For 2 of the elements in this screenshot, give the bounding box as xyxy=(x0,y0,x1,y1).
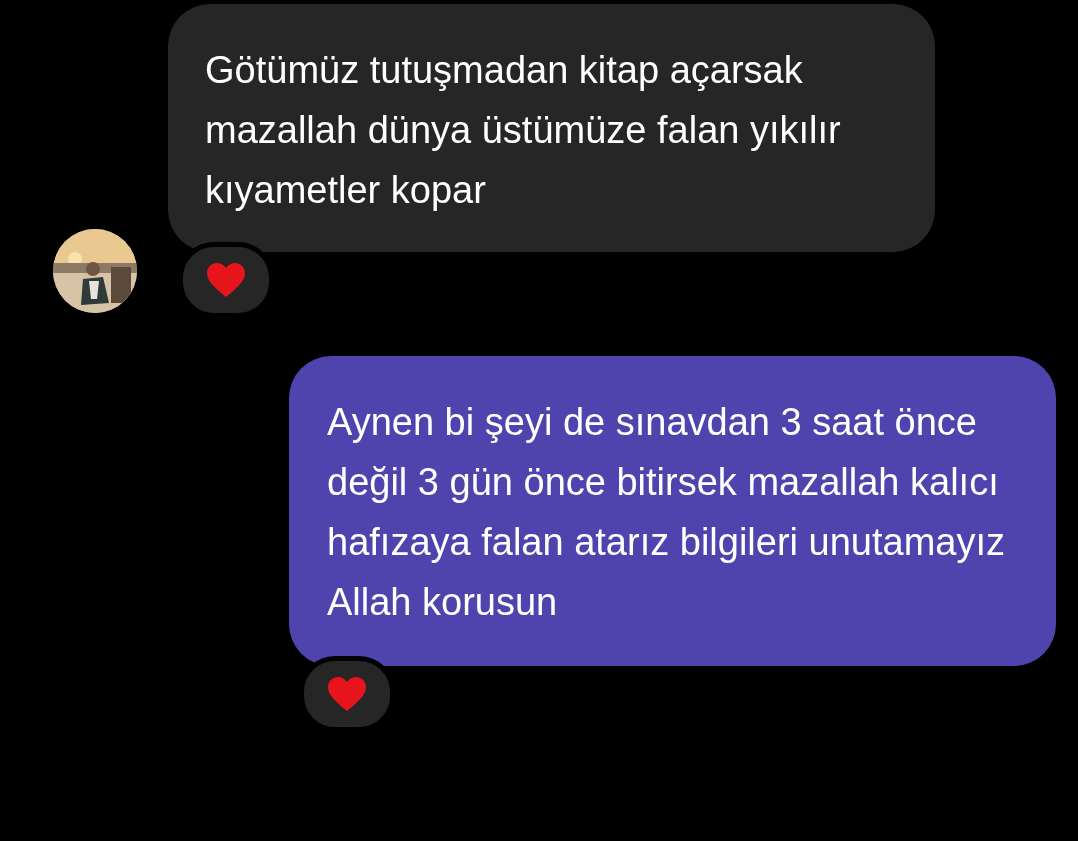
sent-message: Aynen bi şeyi de sınavdan 3 saat önce değil 3 gün önce bitirsek mazallah kalıcı hafızaya falan atarız bilgileri unutamayız Allah korusun xyxy=(289,356,1056,666)
received-message: Götümüz tutuşmadan kitap açarsak mazallah dünya üstümüze falan yıkılır kıyametler kopar xyxy=(168,4,935,252)
